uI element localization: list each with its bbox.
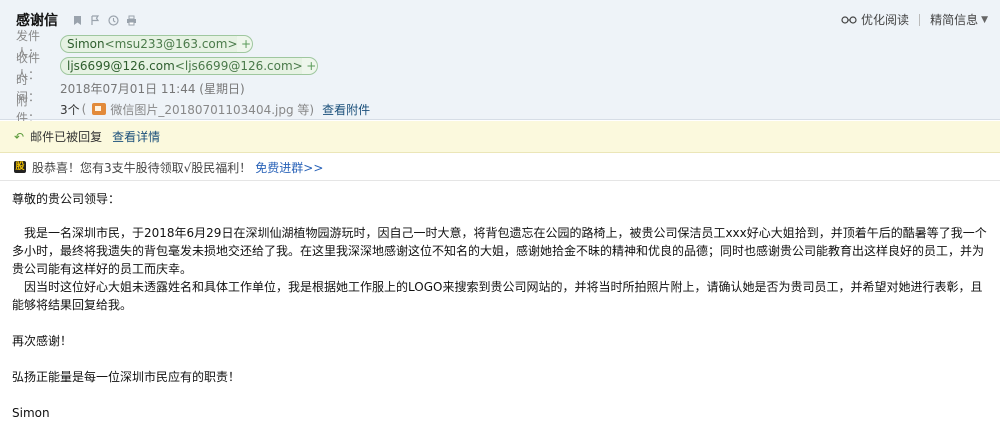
clock-icon[interactable] xyxy=(108,14,119,26)
signature: Simon xyxy=(12,406,50,420)
view-details-link[interactable]: 查看详情 xyxy=(112,128,160,145)
promo-join-link[interactable]: 免费进群>> xyxy=(255,159,323,176)
glasses-icon xyxy=(841,14,857,25)
detail-toggle-button[interactable]: 精简信息 xyxy=(930,11,978,28)
flag-icon[interactable] xyxy=(90,14,101,26)
recipient-name: ljs6699@126.com xyxy=(67,59,175,73)
chevron-down-icon[interactable]: ▼ xyxy=(981,15,988,25)
view-attachments-link[interactable]: 查看附件 xyxy=(322,101,370,118)
motto-line: 弘扬正能量是每一位深圳市民应有的职责！ xyxy=(12,370,241,384)
print-icon[interactable] xyxy=(126,15,137,26)
attachment-filename[interactable]: 微信图片_20180701103404.jpg 等) xyxy=(110,101,314,118)
time-value: 2018年07月01日 11:44 (星期日) xyxy=(60,81,245,96)
attachment-open-paren: ( xyxy=(81,102,87,116)
greeting: 尊敬的贵公司领导： xyxy=(12,192,121,206)
tools-divider xyxy=(919,13,921,26)
promo-text: 股恭喜！您有3支牛股待领取√股民福利！ xyxy=(32,160,252,175)
mail-body: 尊敬的贵公司领导： 我是一名深圳市民，于2018年6月29日在深圳仙湖植物园游玩… xyxy=(12,190,990,422)
attachment-count: 3个 xyxy=(60,102,80,117)
thanks-line: 再次感谢！ xyxy=(12,334,73,348)
recipient-email: <ljs6699@126.com> xyxy=(174,59,303,73)
subject-icons xyxy=(72,14,137,26)
body-paragraph-2: 因当时这位好心大姐未透露姓名和具体工作单位，我是根据她工作服上的LOGO来搜索到… xyxy=(12,280,983,312)
recipient-row: 收件人： ljs6699@126.com <ljs6699@126.com> + xyxy=(16,51,318,82)
stock-icon: 股 xyxy=(14,161,26,173)
attachment-row: 附 件： 3个 ( 微信图片_20180701103404.jpg 等) 查看附… xyxy=(16,94,370,125)
add-contact-icon[interactable]: + xyxy=(301,57,318,75)
sender-name: Simon xyxy=(67,37,105,51)
recipient-chip[interactable]: ljs6699@126.com <ljs6699@126.com> xyxy=(60,57,310,75)
reply-status-text: 邮件已被回复 xyxy=(30,130,103,144)
sender-chip[interactable]: Simon <msu233@163.com> xyxy=(60,35,245,53)
read-mode-button[interactable]: 优化阅读 xyxy=(861,11,909,28)
mail-header: 感谢信 优化阅读 精简信息 ▼ 发件人： Simon <msu233@163.c… xyxy=(0,0,1000,125)
add-contact-icon[interactable]: + xyxy=(236,35,253,53)
reply-arrow-icon: ↶ xyxy=(14,129,25,144)
bookmark-icon[interactable] xyxy=(72,15,83,26)
image-file-icon xyxy=(92,103,107,115)
promo-bar: 股 股恭喜！您有3支牛股待领取√股民福利！ 免费进群>> xyxy=(0,154,1000,181)
reply-status-bar: ↶ 邮件已被回复 查看详情 xyxy=(0,121,1000,153)
sender-email: <msu233@163.com> xyxy=(104,37,238,51)
body-paragraph-1: 我是一名深圳市民，于2018年6月29日在深圳仙湖植物园游玩时，因自己一时大意，… xyxy=(12,226,987,276)
header-tools: 优化阅读 精简信息 ▼ xyxy=(841,11,988,28)
